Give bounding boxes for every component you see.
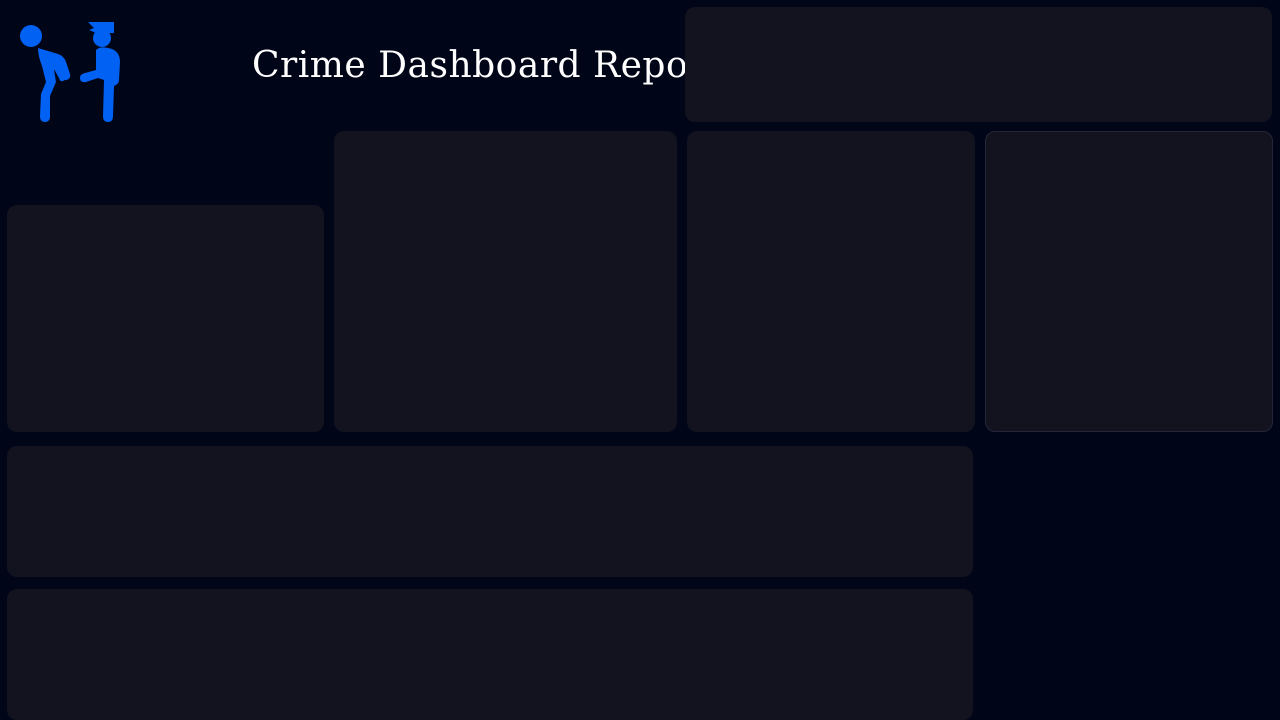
top-right-panel <box>685 7 1272 122</box>
middle-left-panel <box>7 205 324 432</box>
page-title: Crime Dashboard Report <box>252 45 721 86</box>
bottom-wide-panel-1 <box>7 446 973 577</box>
middle-right-panel <box>985 131 1273 432</box>
dashboard-page: Crime Dashboard Report <box>0 0 1280 720</box>
middle-center-right-panel <box>687 131 975 432</box>
bottom-wide-panel-2 <box>7 589 973 720</box>
arrest-police-officer-icon <box>14 16 126 128</box>
middle-center-left-panel <box>334 131 677 432</box>
